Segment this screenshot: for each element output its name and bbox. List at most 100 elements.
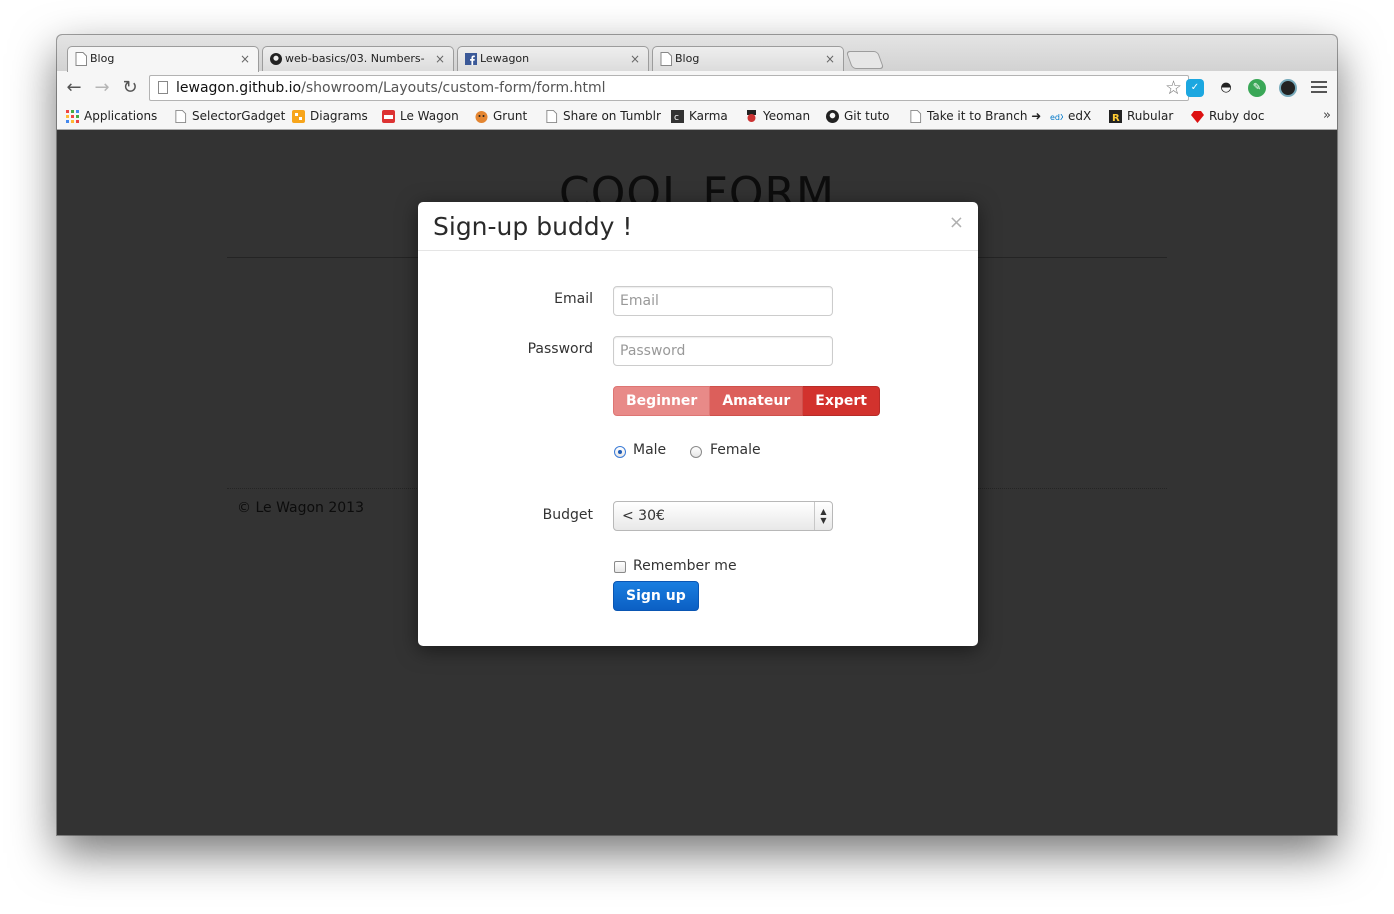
signup-modal: Sign-up buddy ! × Email Password Beginne… <box>418 202 978 646</box>
select-arrows-icon: ▲ ▼ <box>814 502 832 530</box>
bookmark-label: Git tuto <box>844 109 890 123</box>
bookmark-label: Diagrams <box>310 109 368 123</box>
bookmark-label: Applications <box>84 109 158 123</box>
bookmark-diagrams[interactable]: Diagrams <box>292 105 368 129</box>
page-icon <box>175 110 187 123</box>
modal-title: Sign-up buddy ! <box>433 212 633 241</box>
bookmark-selectorgadget[interactable]: SelectorGadget <box>174 105 285 129</box>
bookmark-label: Karma <box>689 109 728 123</box>
karma-icon: c <box>671 110 684 123</box>
bookmark-share-on-tumblr[interactable]: Share on Tumblr <box>545 105 661 129</box>
extension-mask-icon[interactable]: ◓ <box>1217 79 1235 97</box>
url-path: /showroom/Layouts/custom-form/form.html <box>301 80 606 96</box>
bookmark-take-it-to-branch[interactable]: Take it to Branch ➜ <box>909 105 1041 129</box>
bookmark-edx[interactable]: edX edX <box>1050 105 1091 129</box>
extension-check-icon[interactable]: ✓ <box>1186 79 1204 97</box>
svg-text:c: c <box>674 113 679 123</box>
tab-title: Blog <box>675 52 700 65</box>
page-viewport: COOL FORM © Le Wagon 2013 Sign-up buddy … <box>57 130 1337 835</box>
bookmark-label: Rubular <box>1127 109 1174 123</box>
tab-github[interactable]: web-basics/03. Numbers- × <box>262 46 454 71</box>
tab-title: web-basics/03. Numbers- <box>285 52 425 65</box>
tab-close-icon[interactable]: × <box>240 47 250 71</box>
facebook-icon <box>465 53 477 65</box>
ruby-icon <box>1191 111 1204 123</box>
level-beginner-button[interactable]: Beginner <box>613 386 711 416</box>
extension-evernote-icon[interactable]: ✎ <box>1248 79 1266 97</box>
remember-me-checkbox[interactable] <box>614 561 626 573</box>
bookmark-karma[interactable]: c Karma <box>671 105 728 129</box>
svg-text:edX: edX <box>1050 113 1063 122</box>
page-icon <box>546 110 558 123</box>
bookmark-grunt[interactable]: Grunt <box>475 105 527 129</box>
tab-close-icon[interactable]: × <box>825 47 835 71</box>
address-bar[interactable]: lewagon.github.io/showroom/Layouts/custo… <box>149 75 1189 101</box>
github-icon <box>270 53 282 65</box>
bookmark-le-wagon[interactable]: Le Wagon <box>382 105 459 129</box>
email-label: Email <box>554 291 593 307</box>
svg-text:R: R <box>1112 113 1120 123</box>
bookmarks-overflow-icon[interactable]: » <box>1323 105 1331 127</box>
password-label: Password <box>527 341 593 357</box>
email-field[interactable] <box>613 286 833 316</box>
edx-icon: edX <box>1050 113 1063 122</box>
tab-facebook[interactable]: Lewagon × <box>457 46 649 71</box>
tab-title: Blog <box>90 52 115 65</box>
remember-me-label: Remember me <box>633 558 737 574</box>
close-icon[interactable]: × <box>949 212 964 233</box>
bookmark-label: edX <box>1068 109 1092 123</box>
page-icon <box>158 81 168 94</box>
menu-icon[interactable] <box>1311 78 1327 96</box>
tab-close-icon[interactable]: × <box>435 47 445 71</box>
url-host: lewagon.github.io <box>176 80 302 96</box>
apps-grid-icon <box>66 110 79 123</box>
rubular-icon: R <box>1109 110 1122 123</box>
url-text: lewagon.github.io/showroom/Layouts/custo… <box>176 76 606 100</box>
level-button-group: Beginner Amateur Expert <box>613 386 880 416</box>
le-wagon-icon <box>382 110 395 123</box>
back-arrow-icon[interactable]: ← <box>62 76 86 100</box>
sign-up-button[interactable]: Sign up <box>613 581 699 611</box>
diagrams-icon <box>292 110 305 123</box>
new-tab-button[interactable] <box>845 51 885 69</box>
bookmark-label: Share on Tumblr <box>563 109 661 123</box>
bookmark-label: Take it to Branch ➜ <box>927 109 1042 123</box>
tab-blog-2[interactable]: Blog × <box>652 46 844 71</box>
bookmark-ruby-doc[interactable]: Ruby doc <box>1191 105 1265 129</box>
bookmark-label: Le Wagon <box>400 109 459 123</box>
budget-selected-value: < 30€ <box>622 508 665 524</box>
password-field[interactable] <box>613 336 833 366</box>
bookmark-label: Grunt <box>493 109 528 123</box>
bookmark-yeoman[interactable]: Yeoman <box>745 105 810 129</box>
gender-female-radio[interactable] <box>690 446 702 458</box>
forward-arrow-icon[interactable]: → <box>90 76 114 100</box>
budget-select[interactable]: < 30€ ▲ ▼ <box>613 501 833 531</box>
browser-toolbar: ← → ↻ lewagon.github.io/showroom/Layouts… <box>57 71 1337 105</box>
tab-close-icon[interactable]: × <box>630 47 640 71</box>
level-expert-button[interactable]: Expert <box>803 386 880 416</box>
page-icon <box>910 110 922 123</box>
browser-window: Blog × web-basics/03. Numbers- × Lewagon… <box>57 35 1337 835</box>
tab-strip: Blog × web-basics/03. Numbers- × Lewagon… <box>57 35 1337 72</box>
gender-female-label: Female <box>710 442 761 458</box>
github-icon <box>826 110 839 123</box>
bookmarks-bar: Applications SelectorGadget Diagrams Le … <box>57 105 1337 130</box>
bookmark-applications[interactable]: Applications <box>66 105 157 129</box>
level-amateur-button[interactable]: Amateur <box>710 386 804 416</box>
bookmark-git-tuto[interactable]: Git tuto <box>826 105 890 129</box>
grunt-icon <box>475 111 488 123</box>
reload-icon[interactable]: ↻ <box>118 76 142 100</box>
modal-header: Sign-up buddy ! × <box>418 202 978 251</box>
tab-title: Lewagon <box>480 52 530 65</box>
page-icon <box>660 52 672 66</box>
budget-label: Budget <box>542 507 593 523</box>
gender-male-label: Male <box>633 442 667 458</box>
bookmark-label: Yeoman <box>763 109 811 123</box>
bookmark-rubular[interactable]: R Rubular <box>1109 105 1173 129</box>
tab-blog-1[interactable]: Blog × <box>67 46 259 72</box>
bookmark-star-icon[interactable]: ☆ <box>1165 76 1182 100</box>
gender-male-radio[interactable] <box>614 446 626 458</box>
extension-color-icon[interactable] <box>1279 79 1297 97</box>
page-icon <box>75 52 87 66</box>
bookmark-label: Ruby doc <box>1209 109 1265 123</box>
